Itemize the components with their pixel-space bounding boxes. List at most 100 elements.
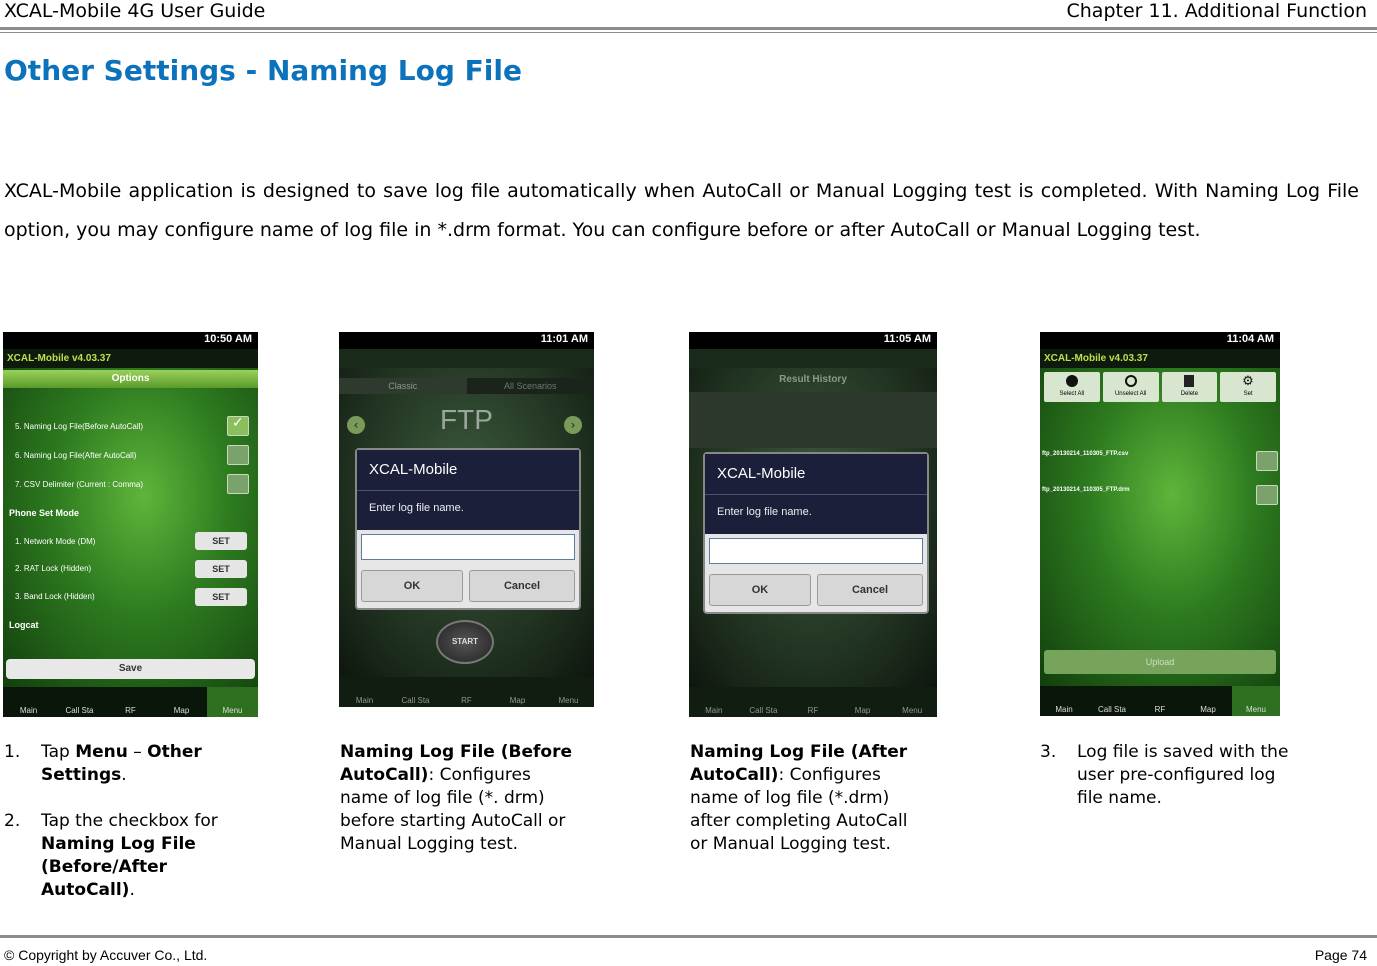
start-button[interactable]: START — [436, 620, 494, 664]
nav-menu[interactable]: Menu — [543, 677, 594, 707]
screenshot-naming-before: 11:01 AM Classic All Scenarios FTP ‹ › X… — [339, 332, 594, 707]
nav-main[interactable]: Main — [1040, 686, 1088, 716]
file-checkbox[interactable] — [1256, 485, 1278, 505]
select-all-button[interactable]: Select All — [1044, 372, 1100, 402]
checkbox-naming-before[interactable]: ✓ — [227, 415, 249, 436]
step-2-lead: Tap the checkbox for — [41, 811, 218, 831]
caption-after-line3: name of log file (*.drm) — [690, 788, 890, 808]
nav-map[interactable]: Map — [838, 687, 888, 717]
unselect-all-button[interactable]: Unselect All — [1102, 372, 1159, 402]
ok-button[interactable]: OK — [361, 570, 463, 602]
tab-all-scenarios[interactable]: All Scenarios — [466, 378, 594, 394]
option-row-naming-before[interactable]: 5. Naming Log File(Before AutoCall) — [15, 422, 143, 431]
start-label: START — [451, 637, 479, 646]
nav-call-stat[interactable]: Call Sta — [1088, 686, 1136, 716]
checkbox-csv-delimiter[interactable] — [227, 474, 249, 494]
nav-rf[interactable]: RF — [1136, 686, 1184, 716]
header-rule — [0, 27, 1377, 30]
footer-page-number: Page 74 — [1314, 947, 1367, 963]
nav-rf[interactable]: RF — [788, 687, 838, 717]
step-1-other: Other — [147, 742, 202, 762]
nav-menu[interactable]: Menu — [1232, 686, 1280, 716]
cancel-button[interactable]: Cancel — [817, 574, 923, 606]
step-1-dash: – — [127, 742, 148, 762]
status-bar: 11:05 AM — [689, 332, 937, 349]
caption-after-line5: or Manual Logging test. — [690, 834, 891, 854]
unselect-all-icon — [1124, 375, 1137, 387]
nav-main[interactable]: Main — [689, 687, 739, 717]
step-2-period: . — [129, 880, 135, 900]
step-number: 3. — [1040, 742, 1057, 762]
log-name-input[interactable] — [709, 538, 923, 564]
trash-icon — [1184, 375, 1195, 387]
set-button[interactable]: ⚙ Set — [1220, 372, 1276, 402]
select-all-label: Select All — [1059, 391, 1085, 397]
upload-button[interactable]: Upload — [1044, 650, 1276, 674]
caption-before-heading: Naming Log File (Before — [340, 742, 572, 762]
prev-arrow-icon[interactable]: ‹ — [347, 416, 365, 434]
nav-menu[interactable]: Menu — [207, 687, 258, 717]
caption-naming-after: Naming Log File (After AutoCall): Config… — [690, 741, 980, 856]
nav-menu[interactable]: Menu — [887, 687, 937, 717]
doc-header-right: Chapter 11. Additional Function — [1066, 0, 1368, 22]
nav-main[interactable]: Main — [339, 677, 390, 707]
file-row[interactable]: ftp_20130214_110305_FTP.drm — [1040, 485, 1280, 511]
result-list-background — [689, 392, 937, 448]
tab-classic[interactable]: Classic — [339, 378, 467, 394]
footer-copyright: © Copyright by Accuver Co., Ltd. — [4, 947, 208, 963]
nav-call-stat[interactable]: Call Sta — [54, 687, 105, 717]
option-row-naming-after[interactable]: 6. Naming Log File(After AutoCall) — [15, 451, 136, 460]
file-row[interactable]: ftp_20130214_110305_FTP.csv — [1040, 449, 1280, 475]
cancel-button[interactable]: Cancel — [469, 570, 575, 602]
bottom-nav: Main Call Sta RF Map Menu — [3, 687, 258, 717]
step-3-line2: user pre-configured log — [1077, 765, 1276, 785]
options-header: Options — [3, 370, 258, 388]
nav-call-stat[interactable]: Call Sta — [390, 677, 441, 707]
status-bar: 10:50 AM — [3, 332, 258, 349]
check-icon: ✓ — [232, 415, 244, 431]
save-button[interactable]: Save — [6, 659, 255, 679]
nav-map[interactable]: Map — [1184, 686, 1232, 716]
nav-rf[interactable]: RF — [105, 687, 156, 717]
caption-before-line4: before starting AutoCall or — [340, 811, 566, 831]
dialog-title: XCAL-Mobile — [705, 454, 927, 494]
file-checkbox[interactable] — [1256, 451, 1278, 471]
nav-rf[interactable]: RF — [441, 677, 492, 707]
option-row-csv-delimiter[interactable]: 7. CSV Delimiter (Current : Comma) — [15, 480, 143, 489]
nav-map[interactable]: Map — [492, 677, 543, 707]
intro-paragraph: XCAL-Mobile application is designed to s… — [4, 180, 1359, 241]
screenshot-naming-after: 11:05 AM Result History XCAL-Mobile Ente… — [689, 332, 937, 717]
status-time: 11:05 AM — [883, 333, 931, 345]
nav-map[interactable]: Map — [156, 687, 207, 717]
file-name: ftp_20130214_110305_FTP.drm — [1042, 487, 1130, 493]
status-time: 11:04 AM — [1226, 333, 1274, 345]
step-1-period: . — [121, 765, 127, 785]
caption-after-configures: : Configures — [778, 765, 881, 785]
step-2-text: Tap the checkbox for Naming Log File (Befo… — [41, 810, 281, 902]
ok-button[interactable]: OK — [709, 574, 811, 606]
nav-main[interactable]: Main — [3, 687, 54, 717]
set-button-network-mode[interactable]: SET — [195, 532, 247, 550]
set-button-rat-lock[interactable]: SET — [195, 560, 247, 578]
options-title: Options — [111, 373, 150, 384]
step-1-menu: Menu — [75, 742, 128, 762]
next-arrow-icon[interactable]: › — [564, 416, 582, 434]
ftp-label: FTP — [440, 404, 493, 435]
set-button-band-lock[interactable]: SET — [195, 588, 247, 606]
nav-call-stat[interactable]: Call Sta — [739, 687, 789, 717]
checkbox-naming-after[interactable] — [227, 445, 249, 465]
status-bar: 11:01 AM — [339, 332, 594, 349]
log-name-dialog: XCAL-Mobile Enter log file name. OK Canc… — [703, 452, 929, 614]
caption-before-heading-end: AutoCall) — [340, 765, 429, 785]
step-1-text: Tap Menu – Other Settings. — [41, 741, 281, 787]
set-label: Set — [1243, 391, 1253, 397]
delete-button[interactable]: Delete — [1161, 372, 1218, 402]
save-label: Save — [118, 663, 143, 674]
section-title: Other Settings - Naming Log File — [4, 54, 522, 87]
phone-row-rat-lock: 2. RAT Lock (Hidden) — [15, 564, 92, 573]
bottom-nav: Main Call Sta RF Map Menu — [339, 677, 594, 707]
screen-background — [1040, 368, 1280, 686]
step-2-option-end: AutoCall) — [41, 880, 130, 900]
select-all-icon — [1065, 375, 1078, 387]
log-name-input[interactable] — [361, 534, 575, 560]
